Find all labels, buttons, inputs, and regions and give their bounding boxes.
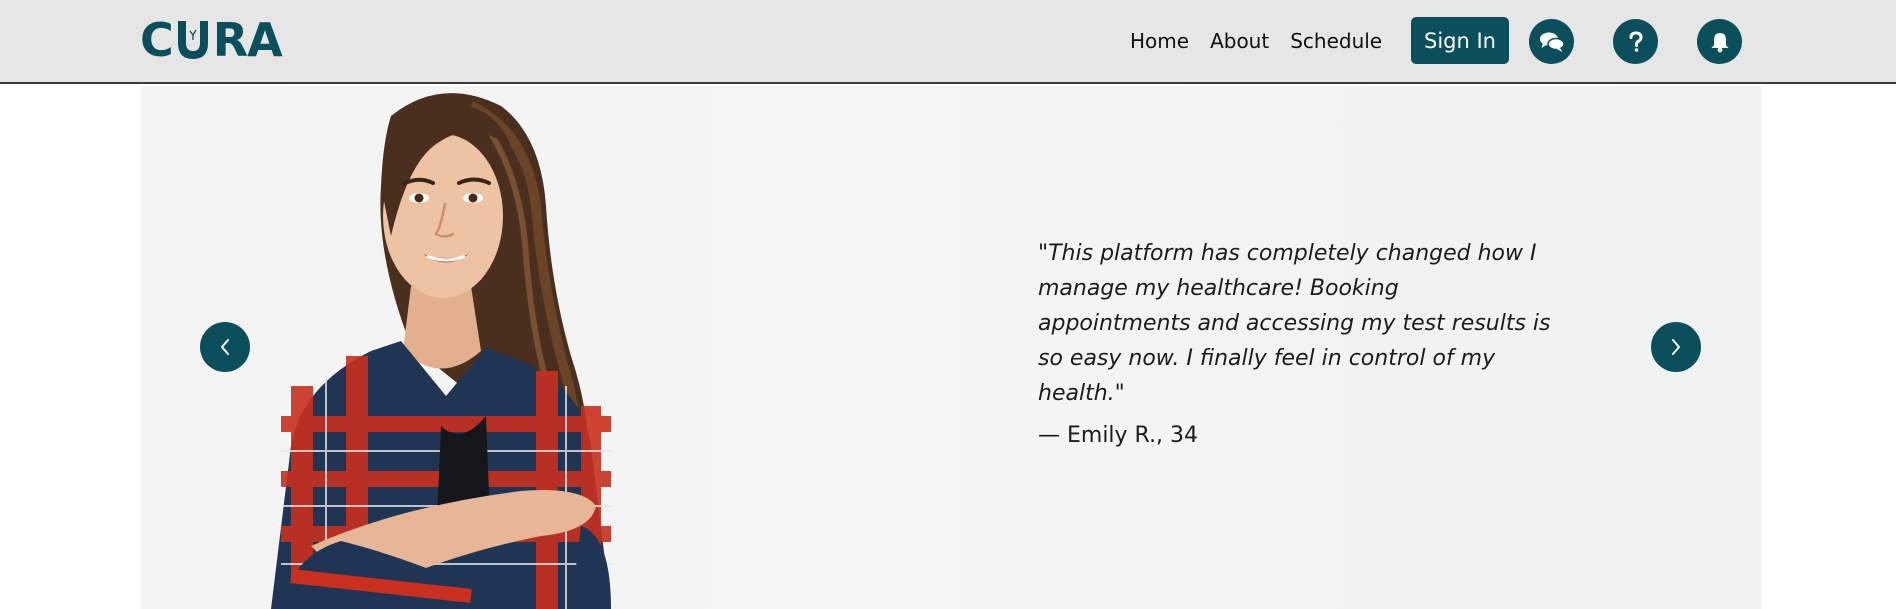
carousel-prev-button[interactable] xyxy=(200,322,250,372)
bell-icon xyxy=(1711,32,1728,52)
testimonial-quote-block: "This platform has completely changed ho… xyxy=(1038,236,1558,448)
chat-button[interactable] xyxy=(1529,19,1574,64)
chevron-left-icon xyxy=(221,339,229,355)
sign-in-button[interactable]: Sign In xyxy=(1411,17,1509,64)
heart-u-logo-icon xyxy=(177,21,208,59)
cura-logo[interactable]: C RA xyxy=(140,13,283,67)
nav-home-link[interactable]: Home xyxy=(1130,29,1189,53)
testimonial-carousel: "This platform has completely changed ho… xyxy=(141,86,1761,609)
nav-about-link[interactable]: About xyxy=(1210,29,1269,53)
testimonial-quote: "This platform has completely changed ho… xyxy=(1038,241,1551,406)
nav-schedule-link[interactable]: Schedule xyxy=(1290,29,1382,53)
testimonial-author: — Emily R., 34 xyxy=(1038,423,1199,448)
carousel-next-button[interactable] xyxy=(1651,322,1701,372)
help-icon xyxy=(1629,30,1643,52)
nav-links: Home About Schedule xyxy=(1130,0,1403,82)
chat-icon xyxy=(1539,32,1565,52)
top-navbar: C RA Home About Schedule Sign In xyxy=(0,0,1896,84)
help-button[interactable] xyxy=(1613,19,1658,64)
notifications-button[interactable] xyxy=(1697,19,1742,64)
logo-text-left: C xyxy=(140,13,174,67)
logo-text-right: RA xyxy=(212,13,283,67)
chevron-right-icon xyxy=(1672,339,1680,355)
